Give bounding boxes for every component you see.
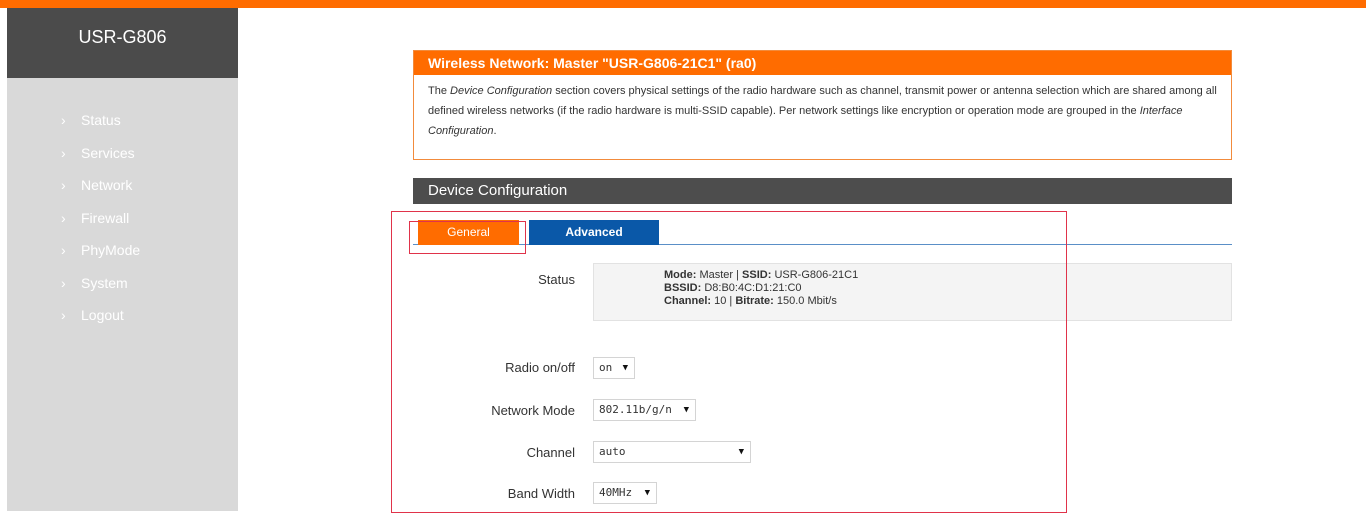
info-panel-text: The Device Configuration section covers … <box>414 75 1231 147</box>
sidebar-item-services[interactable]: › Services <box>7 137 238 170</box>
status-value: D8:B0:4C:D1:21:C0 <box>701 282 802 294</box>
info-text-part: The <box>428 85 451 97</box>
radio-label: Radio on/off <box>505 360 575 375</box>
network-mode-select[interactable]: 802.11b/g/n ▼ <box>593 399 696 421</box>
status-line-2: BSSID: D8:B0:4C:D1:21:C0 <box>664 282 1231 295</box>
chevron-right-icon: › <box>61 144 66 161</box>
band-width-select[interactable]: 40MHz ▼ <box>593 482 657 504</box>
info-text-emphasis: Device Configuration <box>450 85 553 97</box>
channel-select[interactable]: auto ▼ <box>593 441 751 463</box>
channel-select-value: auto <box>599 445 626 458</box>
info-text-part: . <box>493 125 497 137</box>
status-value: Master | <box>696 269 743 281</box>
chevron-right-icon: › <box>61 177 66 193</box>
sidebar-item-label: Network <box>81 177 133 193</box>
status-value: USR-G806-21C1 <box>771 269 859 281</box>
chevron-down-icon: ▼ <box>622 363 628 373</box>
status-line-1: Mode: Master | SSID: USR-G806-21C1 <box>664 269 1231 282</box>
chevron-right-icon: › <box>61 112 66 128</box>
sidebar-item-firewall[interactable]: › Firewall <box>7 202 238 235</box>
chevron-right-icon: › <box>61 242 66 258</box>
status-key: Bitrate: <box>735 295 774 307</box>
status-key: Mode: <box>664 269 697 281</box>
status-line-3: Channel: 10 | Bitrate: 150.0 Mbit/s <box>664 295 1231 308</box>
sidebar-item-network[interactable]: › Network <box>7 169 238 202</box>
chevron-right-icon: › <box>61 209 66 226</box>
status-box: Mode: Master | SSID: USR-G806-21C1 BSSID… <box>593 263 1232 321</box>
sidebar-item-label: Logout <box>81 307 124 323</box>
sidebar-item-label: Services <box>81 144 135 161</box>
sidebar: USR-G806 › Status › Services › Network › Fir… <box>7 8 238 511</box>
status-key: Channel: <box>664 295 712 307</box>
band-width-select-value: 40MHz <box>599 486 633 499</box>
tab-general-setup[interactable]: General Setup <box>418 220 519 264</box>
sidebar-item-label: System <box>81 274 128 291</box>
status-label: Status <box>538 272 575 287</box>
network-mode-label: Network Mode <box>491 403 575 418</box>
tab-bar: General Setup Advanced Settings <box>413 220 1232 264</box>
sidebar-item-status[interactable]: › Status <box>7 104 238 137</box>
sidebar-item-logout[interactable]: › Logout <box>7 299 238 332</box>
sidebar-item-label: PhyMode <box>81 242 141 258</box>
sidebar-item-phymode[interactable]: › PhyMode <box>7 234 238 267</box>
sidebar-item-label: Status <box>81 112 121 128</box>
info-panel-title: Wireless Network: Master "USR-G806-21C1"… <box>414 51 1231 75</box>
channel-label: Channel <box>526 445 575 460</box>
network-mode-select-value: 802.11b/g/n <box>599 403 672 416</box>
band-width-label: Band Width <box>507 486 575 501</box>
section-header: Device Configuration <box>413 178 1232 204</box>
chevron-down-icon: ▼ <box>683 405 689 415</box>
status-value: 10 | <box>711 295 736 307</box>
sidebar-item-label: Firewall <box>81 209 130 226</box>
chevron-down-icon: ▼ <box>644 488 650 498</box>
chevron-down-icon: ▼ <box>738 447 744 457</box>
info-panel: Wireless Network: Master "USR-G806-21C1"… <box>413 50 1232 160</box>
status-key: BSSID: <box>664 282 702 294</box>
chevron-right-icon: › <box>61 274 66 291</box>
sidebar-nav: › Status › Services › Network › Firewall › Ph… <box>7 104 238 332</box>
main-content: Wireless Network: Master "USR-G806-21C1"… <box>238 8 1366 513</box>
sidebar-item-system[interactable]: › System <box>7 267 238 300</box>
chevron-right-icon: › <box>61 307 66 323</box>
tab-advanced-settings[interactable]: Advanced Settings <box>529 220 659 264</box>
top-accent-bar <box>0 0 1366 8</box>
status-key: SSID: <box>742 269 772 281</box>
radio-select[interactable]: on ▼ <box>593 357 635 379</box>
status-value: 150.0 Mbit/s <box>773 295 837 307</box>
brand-title: USR-G806 <box>7 8 238 78</box>
radio-select-value: on <box>599 361 613 374</box>
